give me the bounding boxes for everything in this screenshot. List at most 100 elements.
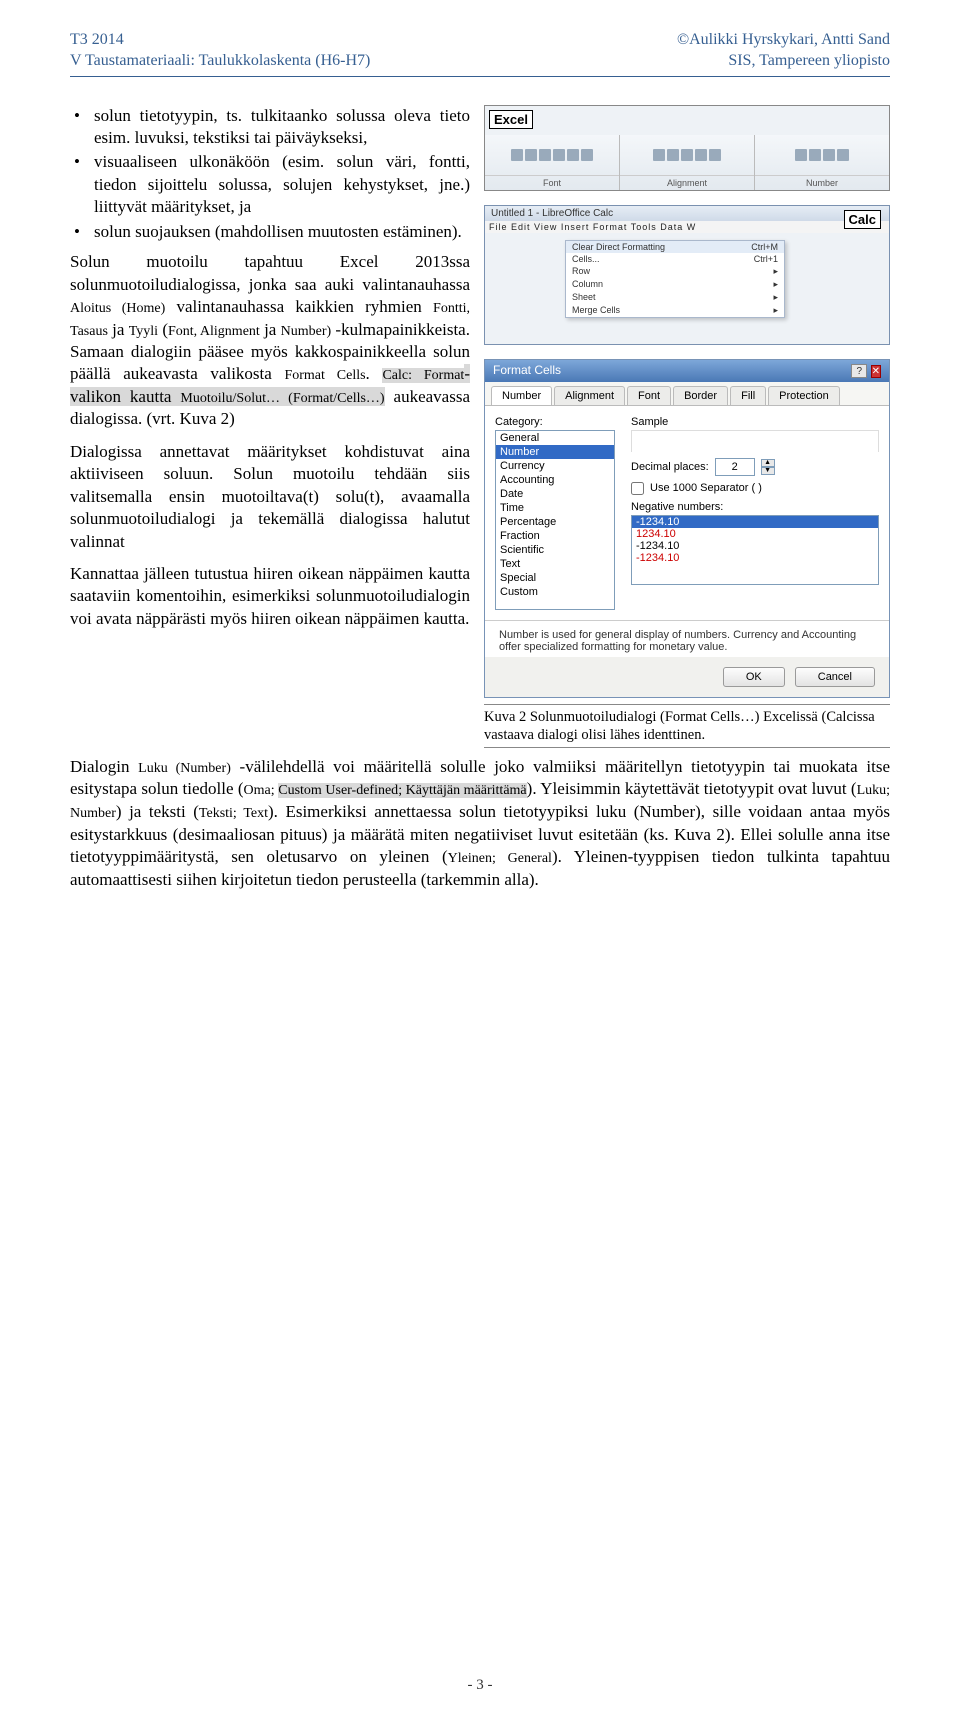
fw-cud: Custom User-defined bbox=[278, 783, 398, 798]
excel-label: Excel bbox=[489, 110, 533, 129]
fw-c: ). Yleisimmin käytettävät tietotyypit ov… bbox=[527, 779, 857, 798]
category-list[interactable]: General Number Currency Accounting Date … bbox=[495, 430, 615, 610]
p1g: . bbox=[366, 364, 383, 383]
cancel-button[interactable]: Cancel bbox=[795, 667, 875, 687]
p1c: ja bbox=[108, 320, 129, 339]
neg-label: Negative numbers: bbox=[631, 501, 879, 513]
fw-luku: Luku (Number) bbox=[138, 761, 231, 776]
bullet-3: solun suojauksen (mahdollisen muutosten … bbox=[70, 221, 470, 243]
bullet-1: solun tietotyypin, ts. tulkitaanko so­lu… bbox=[70, 105, 470, 150]
p1-num: Number) bbox=[281, 324, 332, 339]
calc-menu-column[interactable]: Column bbox=[572, 279, 603, 290]
header-right-1: ©Aulikki Hyrskykari, Antti Sand bbox=[677, 30, 890, 51]
calc-menubar[interactable]: File Edit View Insert Format Tools Data … bbox=[485, 221, 889, 233]
para-1: Solun muotoilu tapahtuu Excel 2013ssa so… bbox=[70, 251, 470, 431]
calc-menu-cells[interactable]: Cells... bbox=[572, 254, 600, 264]
cat-text[interactable]: Text bbox=[496, 557, 614, 571]
dialog-tabs: Number Alignment Font Border Fill Protec… bbox=[485, 382, 889, 406]
thousand-sep-checkbox[interactable] bbox=[631, 482, 644, 495]
p1-tyyli: Tyyli bbox=[129, 324, 158, 339]
header-rule bbox=[70, 76, 890, 77]
cat-number[interactable]: Number bbox=[496, 445, 614, 459]
cat-date[interactable]: Date bbox=[496, 487, 614, 501]
negative-numbers-list[interactable]: -1234.10 1234.10 -1234.10 -1234.10 bbox=[631, 515, 879, 585]
tab-alignment[interactable]: Alignment bbox=[554, 386, 625, 405]
fw-d: ) ja teksti ( bbox=[116, 802, 199, 821]
figure-2-caption: Kuva 2 Solunmuotoiludialogi (Format Cell… bbox=[484, 704, 890, 748]
category-label: Category: bbox=[495, 416, 615, 428]
p1e: ja bbox=[260, 320, 281, 339]
excel-ribbon-screenshot: Excel Calibri Font Alignment Number bbox=[484, 105, 890, 191]
cat-percentage[interactable]: Percentage bbox=[496, 515, 614, 529]
calc-menu-merge[interactable]: Merge Cells bbox=[572, 305, 620, 316]
ok-button[interactable]: OK bbox=[723, 667, 785, 687]
cat-currency[interactable]: Currency bbox=[496, 459, 614, 473]
decimal-places-label: Decimal places: bbox=[631, 461, 709, 473]
cat-scientific[interactable]: Scientific bbox=[496, 543, 614, 557]
calc-screenshot: Calc Untitled 1 - LibreOffice Calc File … bbox=[484, 205, 890, 345]
left-column: solun tietotyypin, ts. tulkitaanko so­lu… bbox=[70, 105, 470, 641]
para-3: Kannattaa jälleen tutustua hiiren oikean… bbox=[70, 563, 470, 630]
calc-label: Calc bbox=[844, 210, 881, 229]
calc-format-menu[interactable]: Clear Direct Formatting Ctrl+M Cells... Ct… bbox=[565, 240, 785, 318]
para-2: Dialogissa annettavat määritykset koh­di… bbox=[70, 441, 470, 553]
calc-menu-clear-key: Ctrl+M bbox=[751, 242, 778, 252]
tab-number[interactable]: Number bbox=[491, 386, 552, 405]
p1-fa: Font, Alignment bbox=[168, 324, 260, 339]
tab-font[interactable]: Font bbox=[627, 386, 671, 405]
ribbon-group-number[interactable]: Number bbox=[755, 135, 889, 190]
neg-item-2[interactable]: 1234.10 bbox=[632, 528, 878, 540]
ribbon-group-font[interactable]: Font bbox=[485, 135, 620, 190]
p1-fc: Format Cells bbox=[284, 368, 365, 383]
fw-oma: Oma; bbox=[244, 783, 279, 798]
p1-ms: Muotoilu/Solut… (Format/Cells…) bbox=[180, 391, 384, 406]
fullwidth-paragraph: Dialogin Luku (Number) -välilehdellä voi… bbox=[70, 756, 890, 892]
close-icon[interactable]: ✕ bbox=[871, 365, 881, 378]
fw-yle: Yleinen; General bbox=[448, 851, 552, 866]
page-header: T3 2014 V Taustamateriaali: Taulukkolask… bbox=[70, 30, 890, 72]
cat-fraction[interactable]: Fraction bbox=[496, 529, 614, 543]
p1a: Solun muotoilu tapahtuu Excel 2013ssa so… bbox=[70, 252, 470, 293]
calc-menu-cells-key: Ctrl+1 bbox=[754, 254, 778, 264]
page-number: - 3 - bbox=[0, 1677, 960, 1694]
dialog-titlebar: Format Cells ? ✕ bbox=[485, 360, 889, 382]
tab-fill[interactable]: Fill bbox=[730, 386, 766, 405]
calc-menu-sheet[interactable]: Sheet bbox=[572, 292, 596, 303]
p1-calc: Calc: Format bbox=[382, 368, 464, 383]
cat-time[interactable]: Time bbox=[496, 501, 614, 515]
header-left-2: V Taustamateriaali: Taulukkolaskenta (H6… bbox=[70, 51, 370, 72]
cat-accounting[interactable]: Accounting bbox=[496, 473, 614, 487]
neg-item-4[interactable]: -1234.10 bbox=[632, 552, 878, 564]
calc-title: Untitled 1 - LibreOffice Calc bbox=[485, 206, 889, 221]
ribbon-font-label: Font bbox=[485, 175, 619, 190]
fw-a: Dialogin bbox=[70, 757, 138, 776]
p1-aloitus: Aloitus (Home) bbox=[70, 301, 165, 316]
cat-special[interactable]: Special bbox=[496, 571, 614, 585]
p1b: valintanauhassa kaikkien ryh­mien bbox=[165, 297, 433, 316]
decimal-places-input[interactable] bbox=[715, 458, 755, 476]
format-cells-dialog: Format Cells ? ✕ Number Alignment Font B… bbox=[484, 359, 890, 698]
neg-item-1[interactable]: -1234.10 bbox=[632, 516, 878, 528]
fw-semi: ; bbox=[398, 783, 405, 798]
bullet-list: solun tietotyypin, ts. tulkitaanko so­lu… bbox=[70, 105, 470, 244]
sample-label: Sample bbox=[631, 416, 879, 428]
bullet-2: visuaaliseen ulkonäköön (esim. solun vär… bbox=[70, 151, 470, 218]
help-icon[interactable]: ? bbox=[851, 364, 867, 378]
cat-general[interactable]: General bbox=[496, 431, 614, 445]
neg-item-3[interactable]: -1234.10 bbox=[632, 540, 878, 552]
dialog-title-text: Format Cells bbox=[493, 363, 561, 379]
thousand-sep-label: Use 1000 Separator ( ) bbox=[650, 482, 762, 494]
decimal-spinner[interactable]: ▲▼ bbox=[761, 459, 775, 475]
dialog-buttons-min: ? ✕ bbox=[851, 363, 881, 379]
calc-menu-clear[interactable]: Clear Direct Formatting bbox=[572, 242, 665, 252]
ribbon-group-alignment[interactable]: Alignment bbox=[620, 135, 755, 190]
right-column: Excel Calibri Font Alignment Number bbox=[484, 105, 890, 748]
tab-protection[interactable]: Protection bbox=[768, 386, 840, 405]
calc-menu-row[interactable]: Row bbox=[572, 266, 590, 277]
header-left-1: T3 2014 bbox=[70, 30, 370, 51]
cat-custom[interactable]: Custom bbox=[496, 585, 614, 599]
tab-border[interactable]: Border bbox=[673, 386, 728, 405]
sample-box bbox=[631, 430, 879, 452]
p1d: ( bbox=[158, 320, 168, 339]
ribbon-number-label: Number bbox=[755, 175, 889, 190]
